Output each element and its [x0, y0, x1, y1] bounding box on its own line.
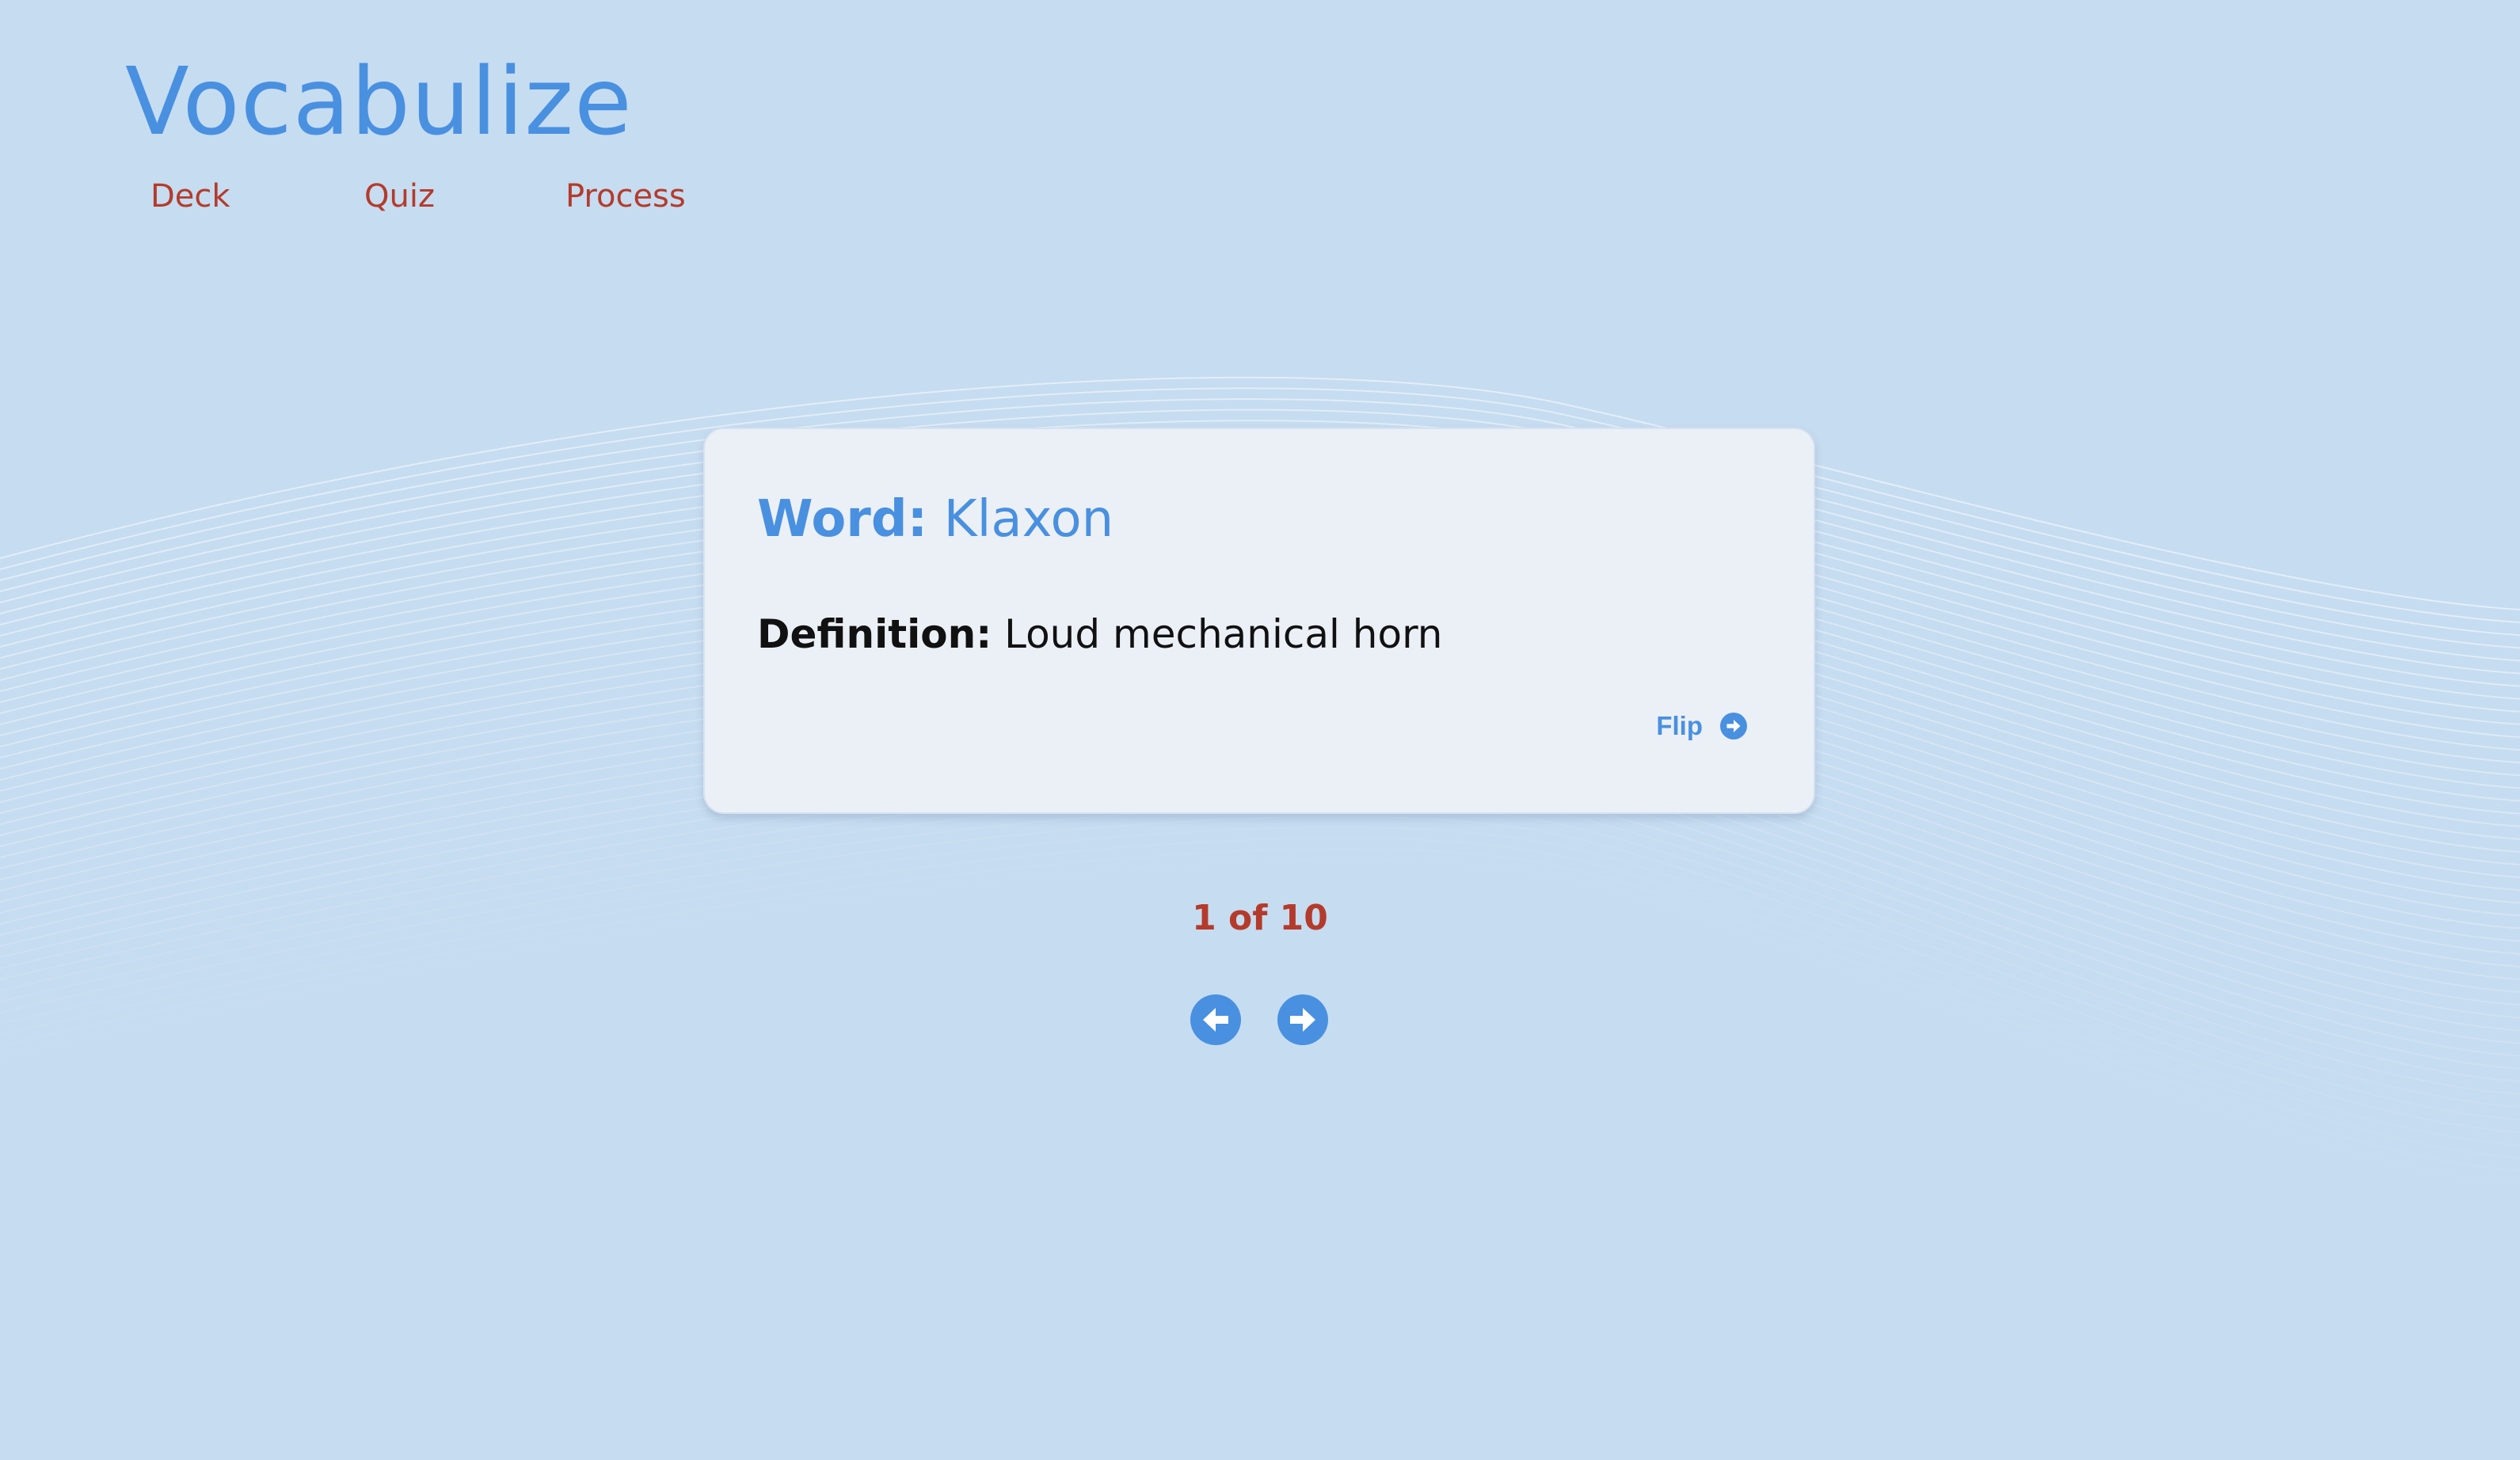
- next-card-button[interactable]: [1277, 994, 1328, 1045]
- arrow-circle-right-icon: [1277, 994, 1328, 1045]
- word-value: Klaxon: [943, 490, 1114, 549]
- definition-value: Loud mechanical horn: [1004, 611, 1443, 657]
- word-label: Word:: [757, 490, 928, 549]
- arrow-circle-left-icon: [1190, 994, 1241, 1045]
- flashcard: Word: Klaxon Definition: Loud mechanical…: [703, 428, 1815, 814]
- wave-line: [0, 837, 2520, 1159]
- card-counter: 1 of 10: [1192, 898, 1328, 938]
- flip-label: Flip: [1656, 711, 1703, 740]
- definition-label: Definition:: [757, 611, 992, 657]
- flip-button[interactable]: Flip: [1656, 711, 1747, 741]
- word-row: Word: Klaxon: [757, 486, 1113, 553]
- definition-row: Definition: Loud mechanical horn: [757, 606, 1442, 662]
- wave-line: [0, 826, 2520, 1146]
- nav-process[interactable]: Process: [565, 173, 686, 220]
- arrow-circle-right-icon: [1720, 713, 1747, 740]
- previous-card-button[interactable]: [1190, 994, 1241, 1045]
- app-title: Vocabulize: [125, 47, 633, 156]
- nav-quiz[interactable]: Quiz: [364, 173, 435, 220]
- nav-deck[interactable]: Deck: [150, 173, 230, 220]
